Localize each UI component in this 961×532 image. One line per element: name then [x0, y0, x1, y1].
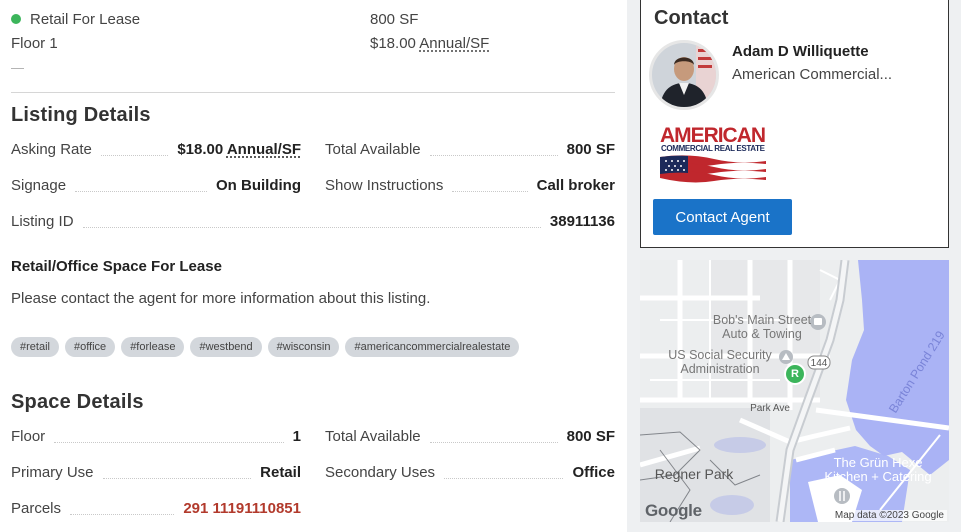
parcels-row: Parcels 291 11191110851: [11, 499, 301, 517]
location-map[interactable]: Bob's Main Street Auto & Towing US Social…: [640, 260, 949, 522]
google-logo: Google: [645, 501, 702, 520]
summary-floor: Floor 1: [11, 35, 58, 52]
rate-unit-abbr: Annual/SF: [419, 35, 490, 52]
tag-list: #retail #office #forlease #westbend #wis…: [11, 337, 520, 357]
agent-company: American Commercial...: [732, 66, 893, 83]
american-flag-icon: AMERICAN COMMERCIAL REAL ESTATE: [660, 124, 766, 183]
tag[interactable]: #wisconsin: [267, 337, 340, 357]
listing-main-panel: Retail For Lease Floor 1 800 SF $18.00 A…: [0, 0, 627, 532]
space-total-available-row: Total Available 800 SF: [325, 427, 615, 445]
space-floor-row: Floor 1: [11, 427, 301, 445]
status-indicator: [11, 14, 21, 24]
contact-title: Contact: [654, 7, 729, 29]
listing-marker[interactable]: R: [789, 367, 801, 381]
map-label-park-ave: Park Ave: [750, 403, 790, 414]
route-shield: 144: [810, 358, 828, 369]
tag[interactable]: #americancommercialrealestate: [345, 337, 520, 357]
listing-id-row: Listing ID 38911136: [11, 212, 615, 230]
show-instructions-row: Show Instructions Call broker: [325, 176, 615, 194]
divider: [11, 92, 615, 93]
asking-rate-row: Asking Rate $18.00 Annual/SF: [11, 140, 301, 158]
total-available-row: Total Available 800 SF: [325, 140, 615, 158]
secondary-uses-row: Secondary Uses Office: [325, 463, 615, 481]
tag[interactable]: #retail: [11, 337, 59, 357]
summary-dash: —: [11, 60, 24, 75]
listing-subheading: Retail/Office Space For Lease: [11, 258, 222, 275]
agent-avatar: [649, 40, 719, 110]
parcels-link[interactable]: 291 11191110851: [183, 500, 301, 517]
summary-size: 800 SF: [370, 11, 419, 28]
summary-rate: $18.00 Annual/SF: [370, 35, 490, 52]
signage-row: Signage On Building: [11, 176, 301, 194]
contact-card: Contact Adam D Williquette American Comm…: [640, 0, 949, 248]
contact-agent-button[interactable]: Contact Agent: [653, 199, 792, 235]
listing-type: Retail For Lease: [11, 11, 140, 28]
listing-description: Please contact the agent for more inform…: [11, 290, 431, 307]
space-details-title: Space Details: [11, 391, 144, 413]
tag[interactable]: #office: [64, 337, 116, 357]
tag[interactable]: #westbend: [190, 337, 262, 357]
listing-details-title: Listing Details: [11, 104, 151, 126]
map-label-regner-park: Regner Park: [654, 466, 734, 482]
primary-use-row: Primary Use Retail: [11, 463, 301, 481]
tag[interactable]: #forlease: [121, 337, 185, 357]
agent-name[interactable]: Adam D Williquette: [732, 43, 869, 60]
map-label-ssa: US Social Security Administration: [668, 348, 772, 376]
map-label-bobs: Bob's Main Street Auto & Towing: [712, 313, 812, 341]
svg-text:COMMERCIAL REAL ESTATE: COMMERCIAL REAL ESTATE: [661, 144, 766, 153]
map-label-grun: The Grün Hexe Kitchen + Catering: [824, 455, 932, 484]
person-photo-icon: [652, 43, 716, 107]
map-attribution[interactable]: Map data ©2023 Google: [831, 510, 947, 521]
asking-rate-value: $18.00 Annual/SF: [177, 140, 301, 158]
company-logo: AMERICAN COMMERCIAL REAL ESTATE: [658, 123, 768, 183]
